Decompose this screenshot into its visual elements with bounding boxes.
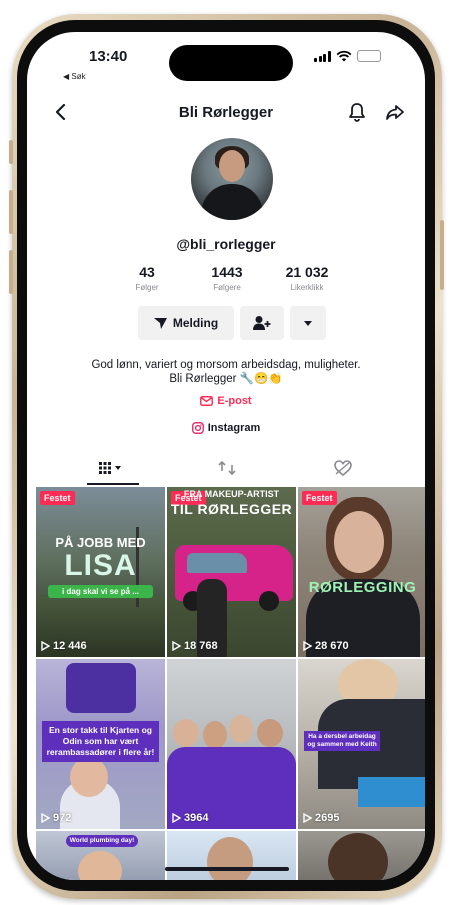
likes-count: 21 032 bbox=[285, 264, 329, 280]
message-button[interactable]: Melding bbox=[138, 306, 234, 340]
video-tile[interactable] bbox=[298, 831, 425, 880]
pinned-badge: Festet bbox=[302, 491, 337, 505]
likes-stat[interactable]: 21 032 Likerklikk bbox=[262, 264, 352, 292]
likes-label: Likerklikk bbox=[290, 283, 324, 292]
more-options-button[interactable] bbox=[290, 306, 326, 340]
view-count: 12 446 bbox=[41, 640, 87, 652]
send-icon bbox=[153, 317, 167, 329]
front-camera bbox=[257, 47, 289, 79]
bio-line-1: God lønn, variert og morsom arbeidsdag, … bbox=[91, 359, 361, 371]
profile-actions: Melding bbox=[138, 306, 326, 340]
view-count: 18 768 bbox=[172, 640, 218, 652]
view-count-value: 18 768 bbox=[184, 640, 218, 652]
view-count: 3964 bbox=[172, 812, 208, 824]
tab-liked[interactable] bbox=[323, 458, 363, 478]
pinned-badge: Festet bbox=[40, 491, 75, 505]
view-count-value: 972 bbox=[53, 812, 72, 824]
bell-icon[interactable] bbox=[347, 102, 367, 122]
video-caption: FRA MAKEUP-ARTIST bbox=[183, 489, 280, 499]
status-time: 13:40 bbox=[89, 48, 128, 65]
video-caption-large: LISA bbox=[64, 549, 137, 582]
battery-icon bbox=[356, 50, 381, 62]
tab-videos[interactable] bbox=[92, 458, 132, 478]
caret-down-icon bbox=[304, 320, 312, 326]
active-tab-indicator bbox=[87, 483, 139, 485]
view-count-value: 3964 bbox=[184, 812, 209, 824]
heart-hidden-icon bbox=[334, 460, 352, 476]
video-tile[interactable]: Festet FRA MAKEUP-ARTIST TIL RØRLEGGER 1… bbox=[167, 487, 296, 657]
view-count: 28 670 bbox=[303, 640, 349, 652]
video-tile[interactable]: Festet RØRLEGGING 28 670 bbox=[298, 487, 425, 657]
profile-handle: @bli_rorlegger bbox=[176, 236, 276, 252]
instagram-icon bbox=[191, 422, 204, 434]
following-stat[interactable]: 43 Følger bbox=[102, 264, 192, 292]
content-tabs bbox=[27, 452, 425, 488]
add-friend-button[interactable] bbox=[240, 306, 284, 340]
email-link-label: E-post bbox=[217, 395, 252, 407]
view-count-value: 28 670 bbox=[315, 640, 349, 652]
play-icon bbox=[172, 641, 181, 651]
video-tile[interactable]: En stor takk til Kjarten og Odin som har… bbox=[36, 659, 165, 829]
instagram-link[interactable]: Instagram bbox=[27, 422, 425, 434]
volume-up-button bbox=[9, 190, 13, 234]
video-caption: En stor takk til Kjarten og Odin som har… bbox=[42, 721, 159, 762]
repost-icon bbox=[218, 460, 236, 476]
play-icon bbox=[303, 813, 312, 823]
play-icon bbox=[41, 813, 50, 823]
video-caption: Ha a dersbel arbeidag og sammen med Keit… bbox=[304, 731, 380, 751]
video-caption-large: TIL RØRLEGGER bbox=[170, 501, 293, 517]
view-count-value: 2695 bbox=[315, 812, 340, 824]
video-tile[interactable]: Festet PÅ JOBB MED LISA i dag skal vi se… bbox=[36, 487, 165, 657]
email-link[interactable]: E-post bbox=[27, 395, 425, 407]
add-user-icon bbox=[253, 316, 271, 330]
video-caption: World plumbing day! bbox=[66, 835, 138, 847]
video-caption: RØRLEGGING bbox=[308, 579, 417, 596]
cellular-signal-icon bbox=[314, 50, 331, 62]
followers-stat[interactable]: 1443 Følgere bbox=[182, 264, 272, 292]
video-subcaption: i dag skal vi se på ... bbox=[48, 585, 153, 598]
view-count: 2695 bbox=[303, 812, 339, 824]
message-button-label: Melding bbox=[172, 316, 219, 330]
volume-down-button bbox=[9, 250, 13, 294]
action-button bbox=[9, 140, 13, 164]
play-icon bbox=[41, 641, 50, 651]
phone-screen: 13:40 ◀ Søk Bli Rørlegger @bli_rorlegger… bbox=[27, 32, 425, 880]
play-icon bbox=[303, 641, 312, 651]
video-tile[interactable]: Ha a dersbel arbeidag og sammen med Keit… bbox=[298, 659, 425, 829]
wifi-icon bbox=[336, 50, 351, 62]
following-label: Følger bbox=[135, 283, 159, 292]
power-button bbox=[440, 220, 444, 290]
profile-bio: God lønn, variert og morsom arbeidsdag, … bbox=[27, 358, 425, 386]
video-tile[interactable]: World plumbing day! bbox=[36, 831, 165, 880]
tab-reposts[interactable] bbox=[207, 458, 247, 478]
view-count-value: 12 446 bbox=[53, 640, 87, 652]
video-caption: PÅ JOBB MED bbox=[55, 535, 146, 550]
status-icons bbox=[314, 50, 381, 62]
instagram-link-label: Instagram bbox=[207, 422, 261, 434]
video-tile[interactable] bbox=[167, 831, 296, 880]
following-count: 43 bbox=[139, 264, 155, 280]
view-count: 972 bbox=[41, 812, 71, 824]
mail-icon bbox=[200, 396, 214, 406]
avatar[interactable] bbox=[191, 138, 273, 220]
share-arrow-icon[interactable] bbox=[385, 102, 405, 122]
followers-label: Følgere bbox=[213, 283, 241, 292]
followers-count: 1443 bbox=[211, 264, 243, 280]
video-tile[interactable]: 3964 bbox=[167, 659, 296, 829]
bio-line-2: Bli Rørlegger 🔧😁👏 bbox=[169, 373, 283, 385]
play-icon bbox=[172, 813, 181, 823]
home-indicator[interactable] bbox=[165, 867, 289, 871]
back-to-search-link[interactable]: ◀ Søk bbox=[63, 72, 86, 81]
grid-icon bbox=[99, 462, 121, 474]
